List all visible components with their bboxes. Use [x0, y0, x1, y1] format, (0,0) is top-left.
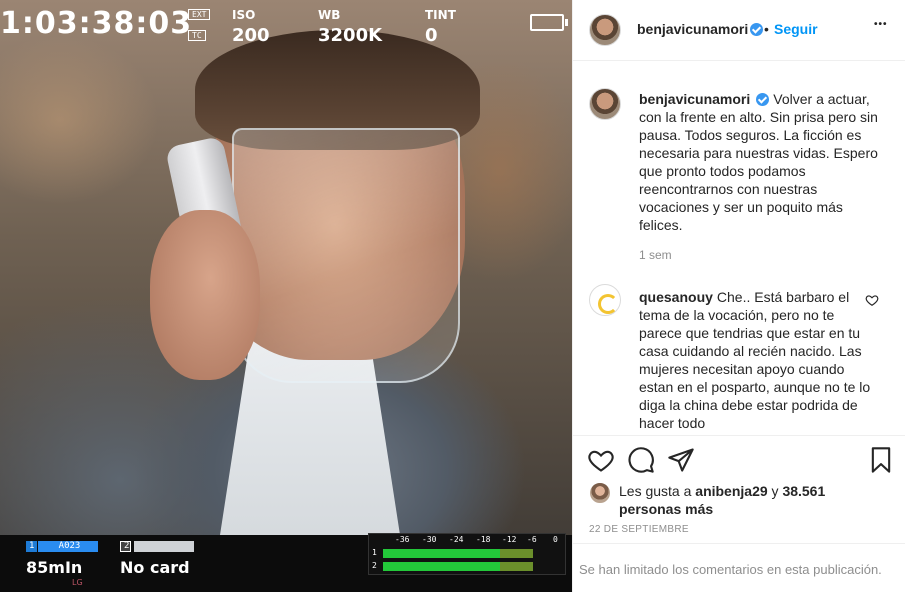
- photo-face-shield: [232, 128, 460, 383]
- likes-connector: y: [771, 483, 779, 499]
- meter-channel-label: 2: [372, 561, 377, 570]
- post-caption: benjavicunamori Volver a actuar, con la f…: [639, 90, 879, 234]
- meter-channel-2-bar: [383, 562, 533, 571]
- photo-hand: [150, 210, 260, 380]
- meter-channel-1-bar: [383, 549, 533, 558]
- post-photo[interactable]: 1:03:38:03 EXT TC ISO 200 WB 3200K TINT …: [0, 0, 572, 592]
- audio-meter: -36 -30 -24 -18 -12 -6 0 1 2: [368, 533, 566, 575]
- header-separator: •: [764, 21, 769, 37]
- slot2-status: No card: [120, 558, 190, 577]
- meter-tick: -24: [449, 535, 464, 544]
- bookmark-icon[interactable]: [867, 446, 895, 474]
- slot1-number: 1: [26, 541, 37, 552]
- post-actions: Les gusta a anibenja29 y 38.561 personas…: [573, 435, 905, 555]
- meter-tick: -18: [476, 535, 491, 544]
- comment-item: quesanouy Che.. Está barbaro el tema de l…: [639, 288, 871, 432]
- slot1-status: 85mIn: [26, 558, 83, 577]
- heart-icon[interactable]: [587, 446, 615, 474]
- iso-value: 200: [232, 25, 270, 46]
- iso-label: ISO: [232, 8, 256, 22]
- tint-value: 0: [425, 25, 438, 46]
- comments-list[interactable]: benjavicunamori Volver a actuar, con la f…: [573, 62, 905, 435]
- likes-prefix: Les gusta a: [619, 483, 692, 499]
- post-header: benjavicunamori • Seguir •••: [573, 0, 905, 61]
- more-options-button[interactable]: •••: [874, 19, 888, 30]
- battery-icon: [530, 14, 568, 31]
- meter-tick: 0: [553, 535, 558, 544]
- slot2-bar: [134, 541, 194, 552]
- comment-like-heart-icon[interactable]: [865, 293, 879, 307]
- liker-avatar[interactable]: [589, 482, 611, 504]
- meter-tick: -6: [527, 535, 537, 544]
- brand-logo: LG: [72, 578, 83, 587]
- verified-badge-icon: [756, 93, 770, 106]
- slot2-number: 2: [120, 541, 131, 552]
- comment-icon[interactable]: [627, 446, 655, 474]
- wb-value: 3200K: [318, 25, 383, 46]
- ext-badge: EXT: [188, 9, 211, 20]
- verified-badge-icon: [750, 23, 764, 36]
- post-date[interactable]: 22 DE SEPTIEMBRE: [589, 524, 689, 535]
- likes-summary: Les gusta a anibenja29 y 38.561 personas…: [619, 482, 849, 518]
- likes-first-user[interactable]: anibenja29: [695, 483, 767, 499]
- caption-time[interactable]: 1 sem: [639, 248, 672, 262]
- commenter-avatar[interactable]: [589, 284, 621, 316]
- follow-button[interactable]: Seguir: [774, 21, 818, 37]
- caption-text: Volver a actuar, con la frente en alto. …: [639, 91, 878, 233]
- share-icon[interactable]: [667, 446, 695, 474]
- wb-label: WB: [318, 8, 341, 22]
- comments-limited-notice: Se han limitado los comentarios en esta …: [573, 543, 905, 592]
- caption-author-avatar[interactable]: [589, 88, 621, 120]
- tint-label: TINT: [425, 8, 456, 22]
- meter-tick: -36: [395, 535, 410, 544]
- author-avatar[interactable]: [589, 14, 621, 46]
- slot1-name: A023: [38, 541, 98, 552]
- caption-username[interactable]: benjavicunamori: [639, 91, 750, 107]
- post-details-panel: benjavicunamori • Seguir ••• benjavicuna…: [572, 0, 905, 592]
- tc-badge: TC: [188, 30, 206, 41]
- author-username[interactable]: benjavicunamori: [637, 21, 764, 37]
- author-username-text[interactable]: benjavicunamori: [637, 21, 748, 37]
- timecode: 1:03:38:03: [0, 6, 193, 41]
- meter-channel-label: 1: [372, 548, 377, 557]
- commenter-username[interactable]: quesanouy: [639, 289, 713, 305]
- comment-text: Che.. Está barbaro el tema de la vocació…: [639, 289, 871, 431]
- meter-tick: -12: [502, 535, 517, 544]
- meter-tick: -30: [422, 535, 437, 544]
